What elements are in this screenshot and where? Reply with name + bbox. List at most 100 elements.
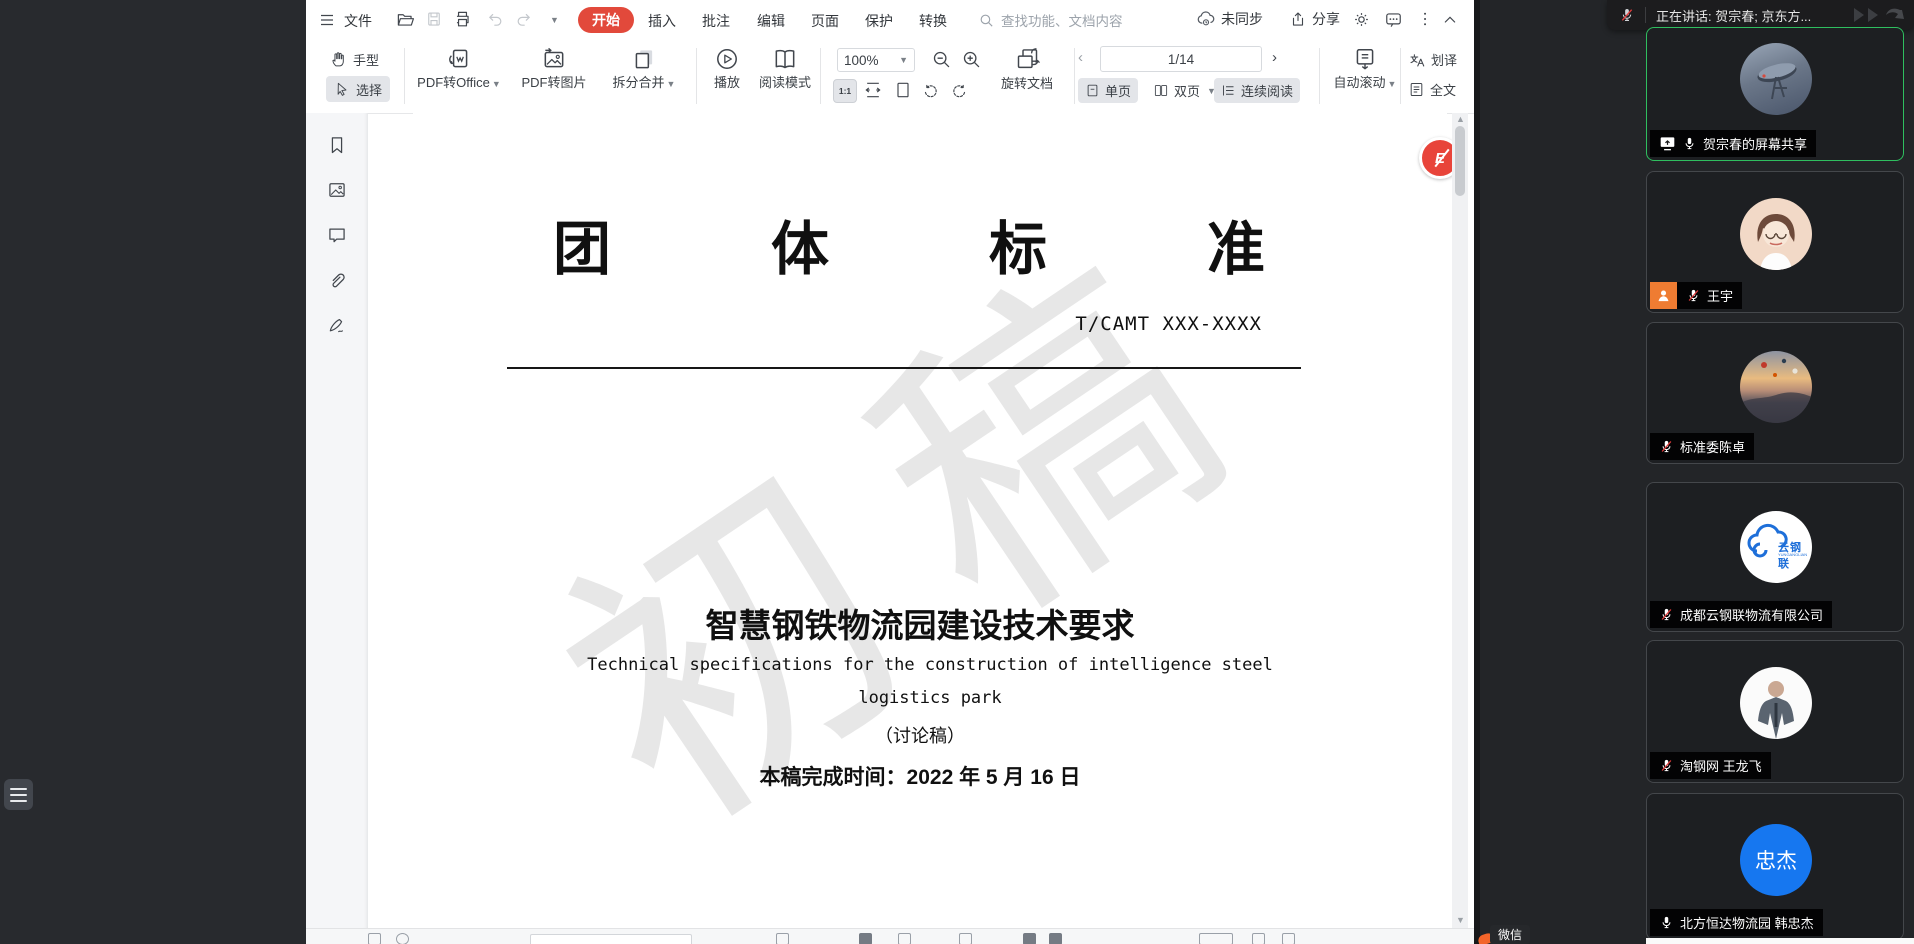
mic-muted-icon xyxy=(1686,288,1701,303)
tab-protect[interactable]: 保护 xyxy=(865,11,893,31)
tab-edit[interactable]: 编辑 xyxy=(757,11,785,31)
page-number-input[interactable]: 1/14 xyxy=(1100,46,1262,72)
images-panel-icon[interactable] xyxy=(327,180,347,200)
read-mode-button[interactable]: 阅读模式 xyxy=(754,46,816,92)
more-kebab-icon[interactable] xyxy=(1416,9,1434,29)
save-icon[interactable] xyxy=(425,10,443,28)
collapse-ribbon-icon[interactable] xyxy=(1442,12,1458,28)
participant-tile[interactable]: 王宇 xyxy=(1646,171,1904,313)
full-text-icon xyxy=(1408,81,1425,98)
feedback-comment-icon[interactable] xyxy=(1384,10,1403,29)
split-merge-button[interactable]: 拆分合并▼ xyxy=(602,46,686,92)
status-icon[interactable] xyxy=(859,933,872,944)
tab-insert[interactable]: 插入 xyxy=(648,11,676,31)
hand-tool-button[interactable]: 手型 xyxy=(330,47,379,71)
share-icon xyxy=(1289,10,1307,28)
signature-panel-icon[interactable] xyxy=(327,315,347,335)
rotate-document-button[interactable]: 旋转文档 xyxy=(992,46,1062,93)
vertical-scrollbar[interactable] xyxy=(1452,113,1468,928)
share-button[interactable]: 分享 xyxy=(1289,9,1340,29)
auto-scroll-button[interactable]: 自动滚动▼ xyxy=(1324,46,1406,92)
quick-access-dropdown-icon[interactable]: ▼ xyxy=(550,15,559,25)
pdf-to-image-button[interactable]: PDF转图片 xyxy=(512,46,596,92)
status-icon[interactable] xyxy=(368,933,381,944)
open-icon[interactable] xyxy=(396,10,415,29)
scroll-down-icon[interactable]: ▼ xyxy=(1456,915,1465,925)
prev-page-icon[interactable]: ‹ xyxy=(1078,49,1083,66)
bookmarks-panel-icon[interactable] xyxy=(327,135,347,155)
print-icon[interactable] xyxy=(453,10,472,29)
continuous-read-label: 连续阅读 xyxy=(1241,81,1293,100)
play-button[interactable]: 播放 xyxy=(704,46,750,92)
comments-panel-icon[interactable] xyxy=(327,225,347,245)
document-page[interactable]: 初稿 团 体 标 准 T/CAMT XXX-XXXX 智慧钢铁物流园建设技术要求… xyxy=(413,113,1447,928)
zoom-in-icon[interactable] xyxy=(961,49,982,70)
outline-widget-button[interactable] xyxy=(4,779,33,810)
pdf-to-office-button[interactable]: PDF转Office▼ xyxy=(412,46,506,92)
status-page-slider[interactable] xyxy=(530,934,692,944)
status-icon[interactable] xyxy=(1023,933,1036,944)
wechat-taskbar-label[interactable]: 微信 xyxy=(1490,925,1530,944)
scrollbar-thumb[interactable] xyxy=(1455,126,1465,196)
hamburger-menu-icon[interactable] xyxy=(318,11,336,29)
participant-label: 标准委陈卓 xyxy=(1650,433,1754,460)
status-icon[interactable] xyxy=(959,933,972,944)
translate-full-button[interactable]: 全文 xyxy=(1408,80,1456,99)
status-icon[interactable] xyxy=(1199,933,1233,944)
tab-home[interactable]: 开始 xyxy=(578,7,634,33)
zoom-out-icon[interactable] xyxy=(931,49,952,70)
sync-status-button[interactable]: 未同步 xyxy=(1196,9,1263,29)
zoom-level-select[interactable]: 100% ▼ xyxy=(837,48,915,72)
document-subtitle-en-line2: logistics park xyxy=(413,688,1447,708)
meeting-nav-arrows-icon[interactable] xyxy=(1848,4,1906,26)
redo-icon[interactable] xyxy=(515,11,532,28)
menu-bar: 文件 ▼ 开始 插入 批注 编辑 页面 保护 转换 xyxy=(306,0,1474,40)
fit-page-icon[interactable] xyxy=(893,80,913,100)
fit-width-icon[interactable] xyxy=(863,80,883,100)
pdf-to-office-label: PDF转Office xyxy=(417,75,490,90)
single-page-button[interactable]: 单页 xyxy=(1078,78,1138,103)
search-input[interactable]: 查找功能、文档内容 xyxy=(978,10,1123,30)
speaking-banner[interactable]: 正在讲话: 贺宗春; 京东方... xyxy=(1607,0,1914,30)
file-menu[interactable]: 文件 xyxy=(344,11,372,31)
participant-tile[interactable]: 忠杰 北方恒达物流园 韩忠杰 xyxy=(1646,793,1904,940)
participant-tile[interactable]: 标准委陈卓 xyxy=(1646,322,1904,464)
select-tool-button[interactable]: 选择 xyxy=(326,76,390,102)
scroll-up-icon[interactable]: ▲ xyxy=(1456,114,1465,124)
actual-size-button[interactable]: 1:1 xyxy=(833,79,857,103)
undo-icon[interactable] xyxy=(487,11,504,28)
desktop-background xyxy=(0,0,306,944)
participant-tile[interactable]: 贺宗春的屏幕共享 xyxy=(1646,27,1904,161)
avatar xyxy=(1740,667,1812,739)
play-label: 播放 xyxy=(714,75,740,90)
translate-word-button[interactable]: 划译 xyxy=(1408,50,1457,69)
continuous-read-button[interactable]: 连续阅读 xyxy=(1214,78,1300,103)
tab-comment[interactable]: 批注 xyxy=(702,11,730,31)
attachments-panel-icon[interactable] xyxy=(327,270,347,290)
pdf-to-image-label: PDF转图片 xyxy=(521,75,586,90)
share-label: 分享 xyxy=(1312,9,1340,29)
status-icon[interactable] xyxy=(776,933,789,944)
settings-gear-icon[interactable] xyxy=(1352,10,1371,29)
page-indicator: 1/14 xyxy=(1168,52,1194,67)
rotate-right-icon[interactable] xyxy=(949,80,969,100)
double-page-button[interactable]: 双页 ▼ xyxy=(1148,78,1221,103)
status-icon[interactable] xyxy=(1252,933,1265,944)
ribbon-toolbar: 手型 选择 PDF转Office▼ PDF转图片 拆分合并▼ xyxy=(306,40,1474,114)
participant-tile[interactable]: 淘钢网 王龙飞 xyxy=(1646,640,1904,783)
split-merge-label: 拆分合并 xyxy=(613,75,665,90)
auto-scroll-label: 自动滚动 xyxy=(1334,75,1386,90)
status-icon[interactable] xyxy=(1282,933,1295,944)
tab-page[interactable]: 页面 xyxy=(811,11,839,31)
rotate-left-icon[interactable] xyxy=(921,80,941,100)
participant-tile[interactable]: 云钢联 YUNGANGLIAN 成都云钢联物流有限公司 xyxy=(1646,482,1904,632)
tab-convert[interactable]: 转换 xyxy=(919,11,947,31)
avatar: 忠杰 xyxy=(1740,824,1812,896)
status-icon[interactable] xyxy=(396,933,409,944)
next-page-icon[interactable]: › xyxy=(1272,49,1277,66)
status-icon[interactable] xyxy=(1049,933,1062,944)
taskbar-strip xyxy=(1646,938,1914,944)
double-page-icon xyxy=(1153,83,1169,98)
status-icon[interactable] xyxy=(898,933,911,944)
document-standard-heading: 团 体 标 准 xyxy=(553,220,1265,280)
